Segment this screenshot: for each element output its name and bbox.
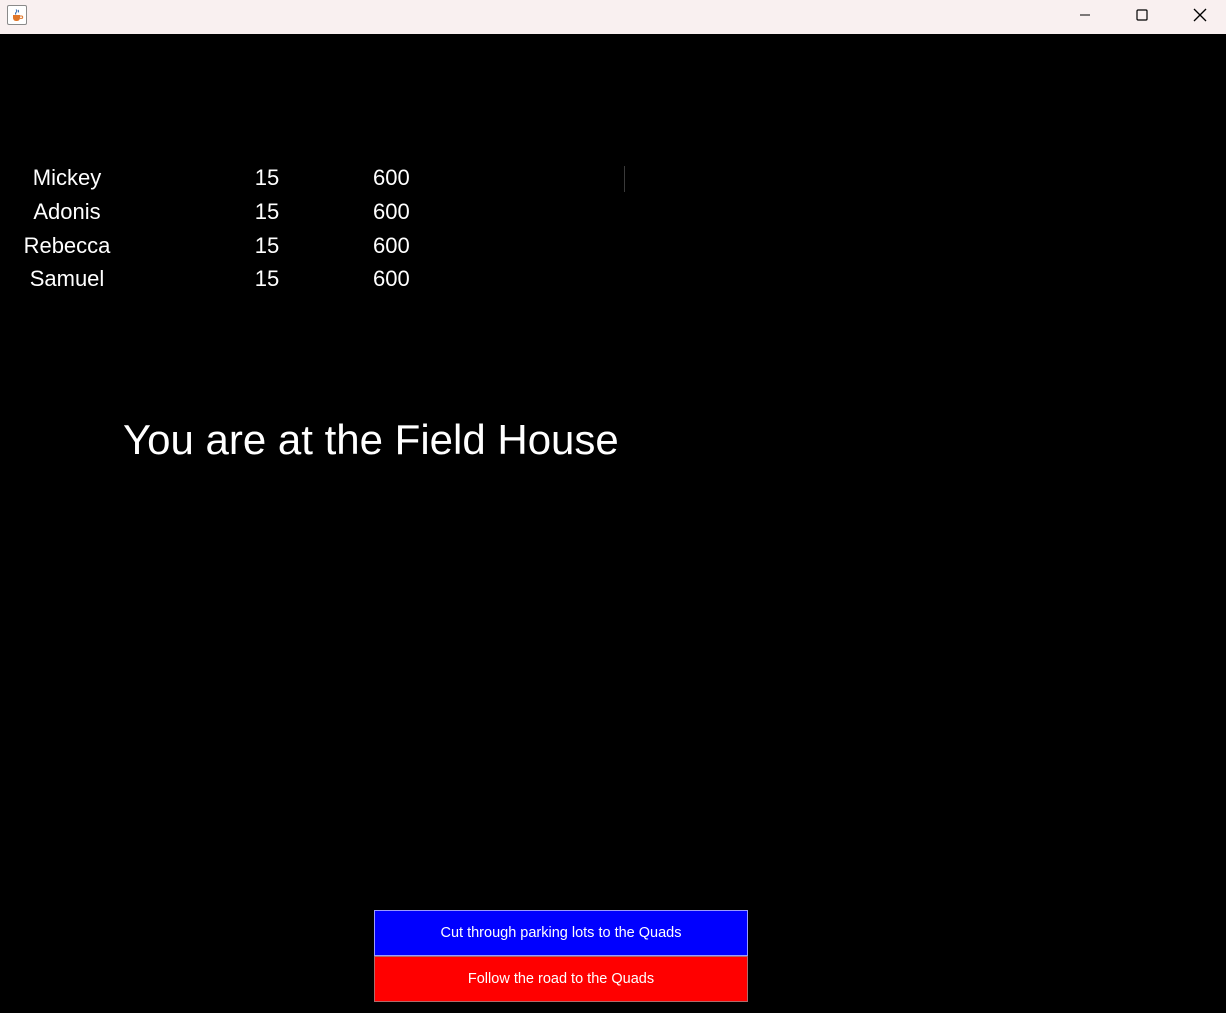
game-panel: Mickey 15 600 Adonis 15 600 Rebecca 15 6… (0, 34, 1226, 1013)
party-member-name: Rebecca (23, 233, 111, 258)
divider-line (624, 166, 625, 192)
choice-button-parking-lots[interactable]: Cut through parking lots to the Quads (374, 910, 748, 956)
party-member-name: Mickey (32, 165, 102, 190)
party-member-level: 15 (254, 165, 280, 190)
maximize-button[interactable] (1113, 0, 1171, 30)
party-member-level: 15 (254, 199, 280, 224)
title-bar[interactable] (0, 0, 1226, 34)
party-member-level: 15 (254, 266, 280, 291)
java-coffee-cup-icon (7, 5, 27, 25)
close-icon (1193, 8, 1207, 22)
party-member-money: 600 (373, 199, 410, 224)
party-member-name: Samuel (29, 266, 105, 291)
location-text: You are at the Field House (123, 416, 619, 463)
party-member-name: Adonis (33, 199, 101, 224)
party-member-money: 600 (373, 165, 410, 190)
party-member-money: 600 (373, 233, 410, 258)
maximize-icon (1136, 9, 1148, 21)
game-window: Mickey 15 600 Adonis 15 600 Rebecca 15 6… (0, 0, 1226, 1013)
close-button[interactable] (1171, 0, 1226, 30)
minimize-icon (1080, 14, 1090, 16)
minimize-button[interactable] (1056, 0, 1114, 30)
party-member-money: 600 (373, 266, 410, 291)
choice-button-follow-road[interactable]: Follow the road to the Quads (374, 956, 748, 1002)
party-member-level: 15 (254, 233, 280, 258)
